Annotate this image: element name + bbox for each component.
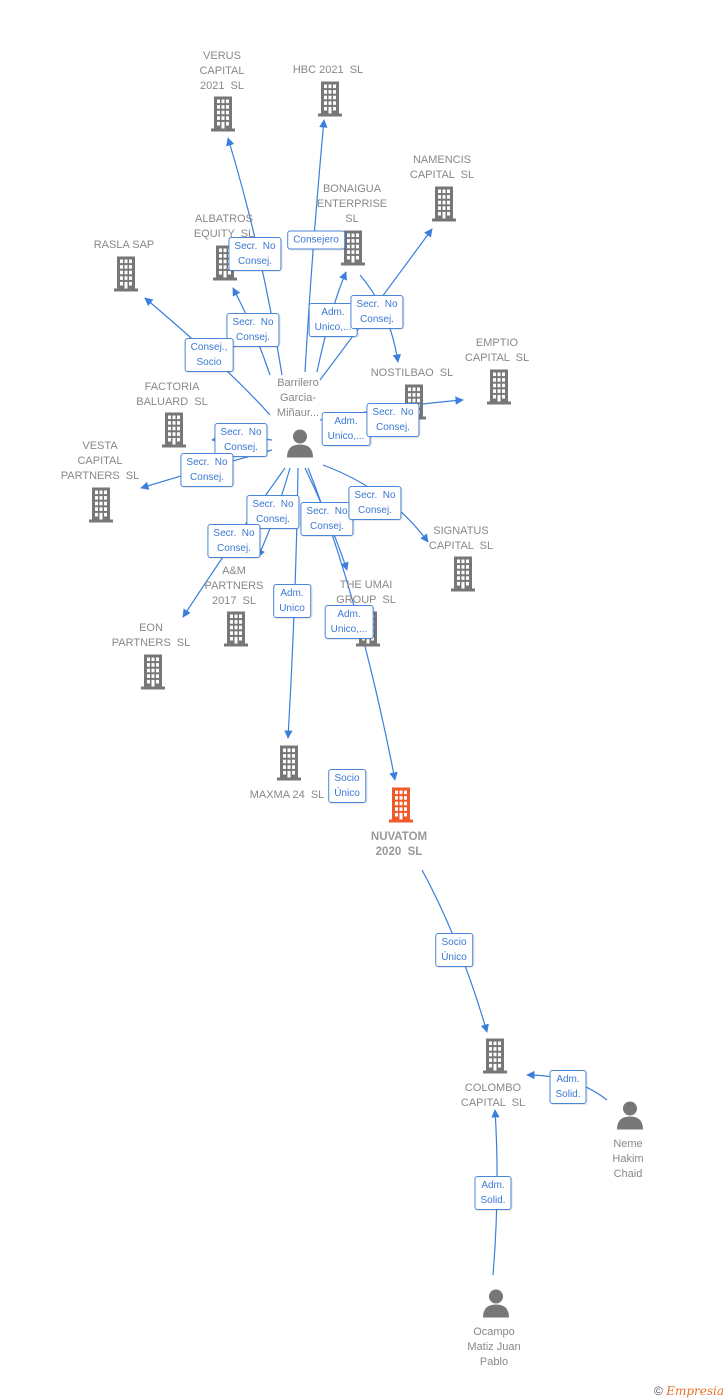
relation-label[interactable]: Secr. No Consej. (214, 423, 268, 457)
relation-label[interactable]: Secr. No Consej. (228, 237, 282, 271)
node-label[interactable]: NUVATOM 2020 SL (371, 830, 427, 860)
relation-label[interactable]: Adm. Unico (273, 584, 311, 618)
node-label[interactable]: EON PARTNERS SL (112, 621, 190, 651)
building-icon[interactable] (157, 412, 191, 453)
building-icon[interactable] (109, 256, 143, 297)
relation-label[interactable]: Adm. Solid. (474, 1176, 512, 1210)
node-label[interactable]: VESTA CAPITAL PARTNERS SL (61, 439, 139, 484)
node-label[interactable]: BONAIGUA ENTERPRISE SL (317, 182, 387, 227)
building-icon[interactable] (384, 787, 418, 828)
node-label[interactable]: Ocampo Matiz Juan Pablo (467, 1325, 520, 1370)
building-icon[interactable] (219, 611, 253, 652)
relation-label[interactable]: Socio Único (435, 933, 473, 967)
relation-label[interactable]: Consejero (287, 230, 345, 250)
node-label[interactable]: RASLA SAP (94, 238, 155, 253)
brand-logo: Empresia (666, 1384, 724, 1398)
node-label[interactable]: THE UMAI GROUP SL (336, 578, 396, 608)
building-icon[interactable] (446, 556, 480, 597)
node-label[interactable]: NAMENCIS CAPITAL SL (410, 153, 474, 183)
node-label[interactable]: COLOMBO CAPITAL SL (461, 1081, 525, 1111)
copyright-symbol: © (654, 1384, 663, 1398)
node-label[interactable]: HBC 2021 SL (293, 63, 363, 78)
node-label[interactable]: MAXMA 24 SL (250, 788, 325, 803)
network-diagram: VERUS CAPITAL 2021 SL HBC 2021 SL NAMENCIS… (0, 0, 728, 1400)
person-icon[interactable] (615, 1100, 645, 1135)
relation-label[interactable]: Adm. Unico,... (324, 605, 374, 639)
node-label[interactable]: Barrilero Garcia- Miñaur... (277, 376, 319, 421)
building-icon[interactable] (313, 81, 347, 122)
node-label[interactable]: Neme Hakim Chaid (612, 1137, 643, 1182)
node-label[interactable]: FACTORIA BALUARD SL (136, 380, 208, 410)
person-icon[interactable] (285, 428, 315, 463)
relation-label[interactable]: Consej., Socio (184, 338, 234, 372)
relation-label[interactable]: Adm. Solid. (549, 1070, 587, 1104)
footer-brand[interactable]: © Empresia (654, 1384, 724, 1398)
relation-label[interactable]: Adm. Unico,... (321, 412, 371, 446)
building-icon[interactable] (482, 369, 516, 410)
person-icon[interactable] (481, 1288, 511, 1323)
node-label[interactable]: A&M PARTNERS 2017 SL (205, 564, 264, 609)
node-label[interactable]: EMPTIO CAPITAL SL (465, 336, 529, 366)
relation-label[interactable]: Secr. No Consej. (350, 295, 404, 329)
building-icon[interactable] (136, 654, 170, 695)
building-icon[interactable] (206, 96, 240, 137)
relation-label[interactable]: Socio Único (328, 769, 366, 803)
relation-label[interactable]: Secr. No Consej. (348, 486, 402, 520)
relation-label[interactable]: Secr. No Consej. (300, 502, 354, 536)
building-icon[interactable] (478, 1038, 512, 1079)
relation-label[interactable]: Secr. No Consej. (180, 453, 234, 487)
building-icon[interactable] (272, 745, 306, 786)
relation-label[interactable]: Secr. No Consej. (207, 524, 261, 558)
building-icon[interactable] (427, 186, 461, 227)
node-label[interactable]: NOSTILBAO SL (371, 366, 454, 381)
relation-label[interactable]: Secr. No Consej. (226, 313, 280, 347)
relation-label[interactable]: Secr. No Consej. (366, 403, 420, 437)
node-label[interactable]: SIGNATUS CAPITAL SL (429, 524, 493, 554)
building-icon[interactable] (84, 487, 118, 528)
node-label[interactable]: VERUS CAPITAL 2021 SL (199, 49, 244, 94)
